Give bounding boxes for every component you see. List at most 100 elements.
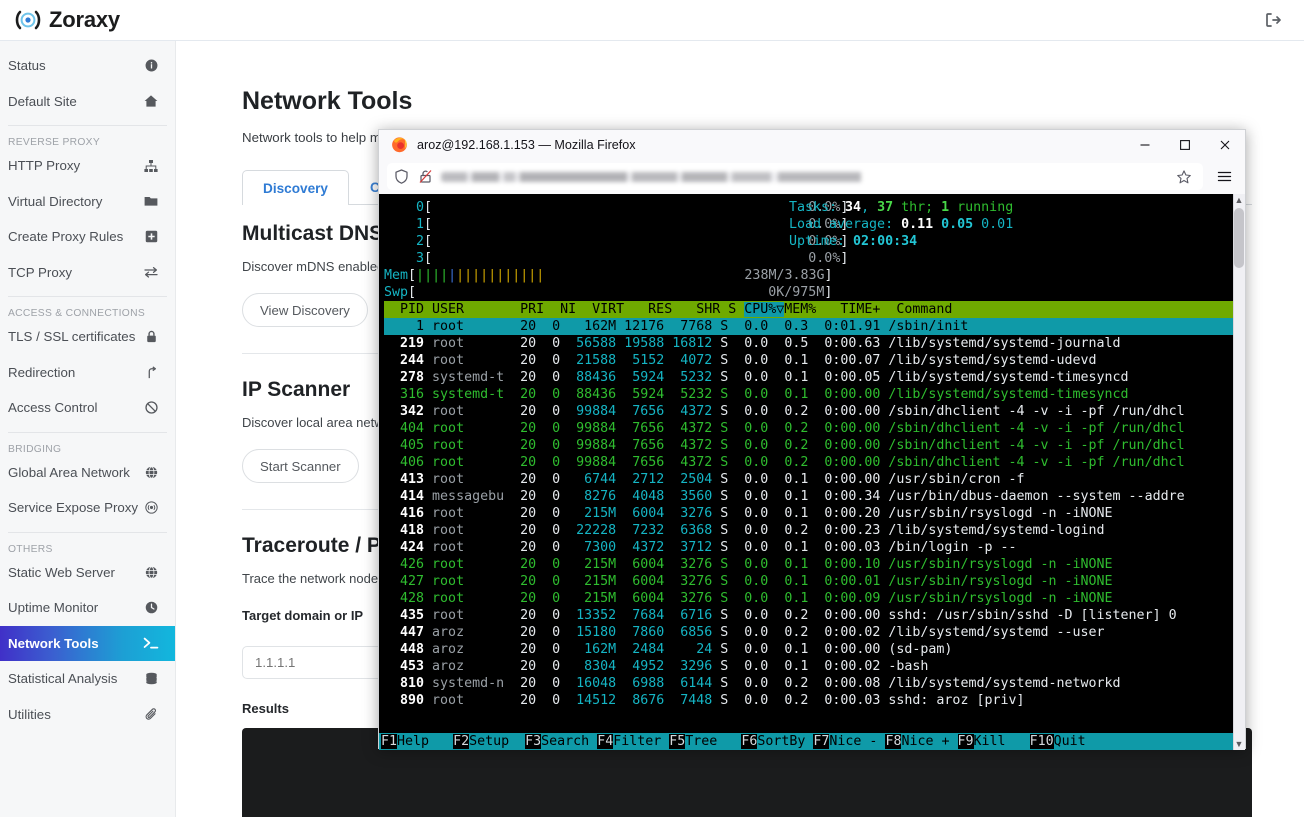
page-title: Network Tools [200,47,1280,116]
fn-key-f9[interactable]: F9 [958,734,974,749]
htop-function-key-bar[interactable]: F1Help F2Setup F3Search F4Filter F5Tree … [379,733,1245,750]
star-icon[interactable] [1171,169,1197,185]
tasks-line: Tasks: 34, 37 thr; 1 running [789,199,1013,216]
htop-process-row[interactable]: 406 root 20 0 99884 7656 4372 S 0.0 0.2 … [379,454,1245,471]
htop-process-row[interactable]: 342 root 20 0 99884 7656 4372 S 0.0 0.2 … [379,403,1245,420]
htop-process-row[interactable]: 316 systemd-t 20 0 88436 5924 5232 S 0.0… [379,386,1245,403]
url-bar[interactable] [387,163,1203,190]
htop-process-row[interactable]: 447 aroz 20 0 15180 7860 6856 S 0.0 0.2 … [379,624,1245,641]
sitemap-icon [143,159,159,173]
htop-process-row[interactable]: 435 root 20 0 13352 7684 6716 S 0.0 0.2 … [379,607,1245,624]
fn-key-f2[interactable]: F2 [453,734,469,749]
sidebar-item-global-area-network[interactable]: Global Area Network [0,455,175,491]
sidebar-item-network-tools[interactable]: Network Tools [0,626,175,662]
firefox-titlebar[interactable]: aroz@192.168.1.153 — Mozilla Firefox [379,130,1245,159]
fn-label-f3[interactable]: Search [541,734,597,749]
fn-label-f1[interactable]: Help [397,734,453,749]
uptime-line: Uptime: 02:00:34 [789,233,1013,250]
sidebar-item-default-site[interactable]: Default Site [0,84,175,120]
close-icon[interactable] [1205,130,1245,159]
fn-label-f6[interactable]: SortBy [757,734,813,749]
logout-icon[interactable] [1264,11,1282,29]
sidebar-group-header: BRIDGING [0,433,175,455]
fn-key-f10[interactable]: F10 [1030,734,1054,749]
lock-broken-icon[interactable] [417,168,434,185]
paperclip-icon [143,708,159,721]
sidebar-item-tcp-proxy[interactable]: TCP Proxy [0,255,175,291]
sidebar-item-redirection[interactable]: Redirection [0,355,175,391]
htop-process-row[interactable]: 418 root 20 0 22228 7232 6368 S 0.0 0.2 … [379,522,1245,539]
htop-process-row[interactable]: 448 aroz 20 0 162M 2484 24 S 0.0 0.1 0:0… [379,641,1245,658]
scrollbar-thumb[interactable] [1234,208,1244,268]
htop-process-row[interactable]: 427 root 20 0 215M 6004 3276 S 0.0 0.1 0… [379,573,1245,590]
fn-key-f1[interactable]: F1 [381,734,397,749]
brand[interactable]: Zoraxy [0,7,120,33]
info-circle-icon [143,59,159,72]
fn-label-f7[interactable]: Nice - [829,734,885,749]
fn-label-f2[interactable]: Setup [469,734,525,749]
sidebar-item-tls-ssl-certificates[interactable]: TLS / SSL certificates [0,319,175,355]
sidebar-item-uptime-monitor[interactable]: Uptime Monitor [0,590,175,626]
sidebar-item-label: Create Proxy Rules [8,229,123,244]
scroll-down-arrow-icon[interactable]: ▼ [1234,738,1244,750]
htop-process-row[interactable]: 414 messagebu 20 0 8276 4048 3560 S 0.0 … [379,488,1245,505]
sidebar-item-label: Global Area Network [8,465,130,480]
fn-label-f8[interactable]: Nice + [901,734,957,749]
page-scrollbar[interactable]: ▲ ▼ [1233,194,1245,750]
scroll-up-arrow-icon[interactable]: ▲ [1234,194,1244,206]
htop-terminal[interactable]: 0[ 0.0%] 1[ 0.0%] 2[ 0.0%] 3[ [379,194,1245,750]
sidebar-item-statistical-analysis[interactable]: Statistical Analysis [0,661,175,697]
load-average-line: Load average: 0.11 0.05 0.01 [789,216,1013,233]
fn-key-f6[interactable]: F6 [741,734,757,749]
hamburger-menu-icon[interactable] [1211,168,1237,185]
htop-process-row[interactable]: 404 root 20 0 99884 7656 4372 S 0.0 0.2 … [379,420,1245,437]
fn-key-f5[interactable]: F5 [669,734,685,749]
fn-key-f3[interactable]: F3 [525,734,541,749]
shield-icon[interactable] [393,168,410,185]
htop-process-row[interactable]: 413 root 20 0 6744 2712 2504 S 0.0 0.1 0… [379,471,1245,488]
htop-process-row[interactable]: 453 aroz 20 0 8304 4952 3296 S 0.0 0.1 0… [379,658,1245,675]
sidebar-item-create-proxy-rules[interactable]: Create Proxy Rules [0,219,175,255]
htop-process-row[interactable]: 428 root 20 0 215M 6004 3276 S 0.0 0.1 0… [379,590,1245,607]
cpu-meter: 3[ 0.0%] [384,250,1245,267]
sidebar-item-label: Access Control [8,400,97,415]
sidebar-item-label: Status [8,58,46,73]
tab-discovery[interactable]: Discovery [242,170,349,205]
fn-label-f9[interactable]: Kill [974,734,1030,749]
htop-process-row[interactable]: 890 root 20 0 14512 8676 7448 S 0.0 0.2 … [379,692,1245,709]
htop-process-row[interactable]: 424 root 20 0 7300 4372 3712 S 0.0 0.1 0… [379,539,1245,556]
htop-process-row[interactable]: 219 root 20 0 56588 19588 16812 S 0.0 0.… [379,335,1245,352]
htop-process-row[interactable]: 244 root 20 0 21588 5152 4072 S 0.0 0.1 … [379,352,1245,369]
exchange-icon [143,265,159,279]
sidebar-item-access-control[interactable]: Access Control [0,390,175,426]
sidebar-item-static-web-server[interactable]: Static Web Server [0,555,175,591]
sidebar-item-service-expose-proxy[interactable]: Service Expose Proxy [0,490,175,526]
sidebar-item-virtual-directory[interactable]: Virtual Directory [0,184,175,220]
fn-label-f10[interactable]: Quit [1054,734,1110,749]
htop-process-row[interactable]: 810 systemd-n 20 0 16048 6988 6144 S 0.0… [379,675,1245,692]
fn-key-f8[interactable]: F8 [885,734,901,749]
mem-meter: Mem[|||||||||||||||| 238M/3.83G] [384,267,1245,284]
htop-process-row[interactable]: 426 root 20 0 215M 6004 3276 S 0.0 0.1 0… [379,556,1245,573]
htop-process-row[interactable]: 416 root 20 0 215M 6004 3276 S 0.0 0.1 0… [379,505,1245,522]
sidebar-item-utilities[interactable]: Utilities [0,697,175,733]
fn-key-f7[interactable]: F7 [813,734,829,749]
fn-label-f5[interactable]: Tree [685,734,741,749]
htop-column-header[interactable]: PID USER PRI NI VIRT RES SHR S CPU%▽MEM%… [384,301,1242,318]
sidebar-item-status[interactable]: Status [0,48,175,84]
view-discovery-button[interactable]: View Discovery [242,293,368,327]
sidebar-item-label: Statistical Analysis [8,671,117,686]
minimize-icon[interactable] [1125,130,1165,159]
start-scanner-button[interactable]: Start Scanner [242,449,359,483]
window-controls [1125,130,1245,159]
htop-process-row[interactable]: 1 root 20 0 162M 12176 7768 S 0.0 0.3 0:… [384,318,1242,335]
terminal-icon [143,636,159,650]
htop-process-row[interactable]: 278 systemd-t 20 0 88436 5924 5232 S 0.0… [379,369,1245,386]
htop-process-row[interactable]: 405 root 20 0 99884 7656 4372 S 0.0 0.2 … [379,437,1245,454]
sidebar-group-header: OTHERS [0,533,175,555]
maximize-icon[interactable] [1165,130,1205,159]
fn-key-f4[interactable]: F4 [597,734,613,749]
fn-label-f4[interactable]: Filter [613,734,669,749]
sidebar-item-http-proxy[interactable]: HTTP Proxy [0,148,175,184]
firefox-window[interactable]: aroz@192.168.1.153 — Mozilla Firefox [378,129,1246,749]
